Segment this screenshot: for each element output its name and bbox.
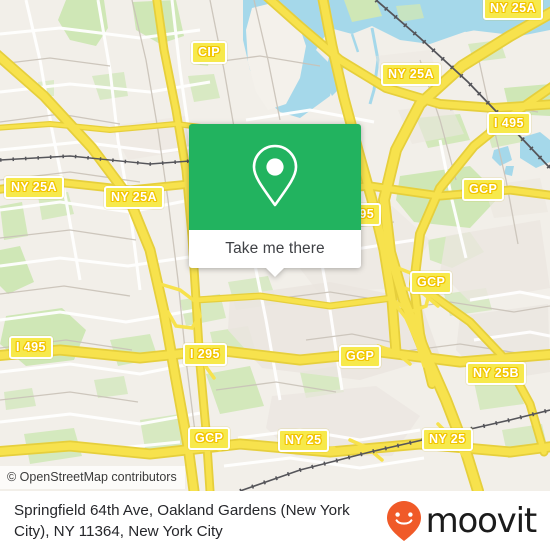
take-me-there-button[interactable]: Take me there — [225, 240, 325, 258]
road-shield-label: GCP — [462, 178, 505, 201]
road-shield-label: I 295 — [183, 343, 227, 366]
map-attribution[interactable]: © OpenStreetMap contributors — [0, 466, 185, 489]
location-address-text: Springfield 64th Ave, Oakland Gardens (N… — [14, 501, 350, 540]
road-shield-label: I 495 — [9, 336, 53, 359]
road-shield-label: NY 25A — [104, 186, 164, 209]
location-pin-icon — [252, 144, 298, 207]
road-shield-label: NY 25A — [4, 176, 64, 199]
popup-image-panel — [189, 124, 361, 230]
road-shield-label: GCP — [339, 345, 382, 368]
road-shield-label: CIP — [191, 41, 228, 64]
popup-pointer-tail — [266, 268, 284, 277]
road-shield-label: GCP — [410, 271, 453, 294]
road-shield-label: NY 25 — [422, 428, 473, 451]
road-shield-label: I 495 — [487, 112, 531, 135]
footer-bar: Springfield 64th Ave, Oakland Gardens (N… — [0, 491, 550, 550]
moovit-map-screenshot: CIP NY 25A NY 25A I 495 NY 25A NY 25A GCP 495 GC… — [0, 0, 550, 550]
road-shield-label: NY 25A — [381, 63, 441, 86]
road-shield-label: NY 25 — [278, 429, 329, 452]
map-canvas[interactable]: CIP NY 25A NY 25A I 495 NY 25A NY 25A GCP 495 GC… — [0, 0, 550, 491]
moovit-pin-smiley-icon — [386, 500, 421, 541]
road-shield-label: GCP — [188, 427, 231, 450]
popup-action-panel[interactable]: Take me there — [189, 230, 361, 277]
moovit-brand-logo[interactable]: moovit — [384, 499, 538, 543]
moovit-wordmark: moovit — [425, 500, 538, 541]
map-location-popup[interactable]: Take me there — [189, 124, 361, 277]
road-shield-label: NY 25A — [483, 0, 543, 20]
road-shield-label: NY 25B — [466, 362, 526, 385]
